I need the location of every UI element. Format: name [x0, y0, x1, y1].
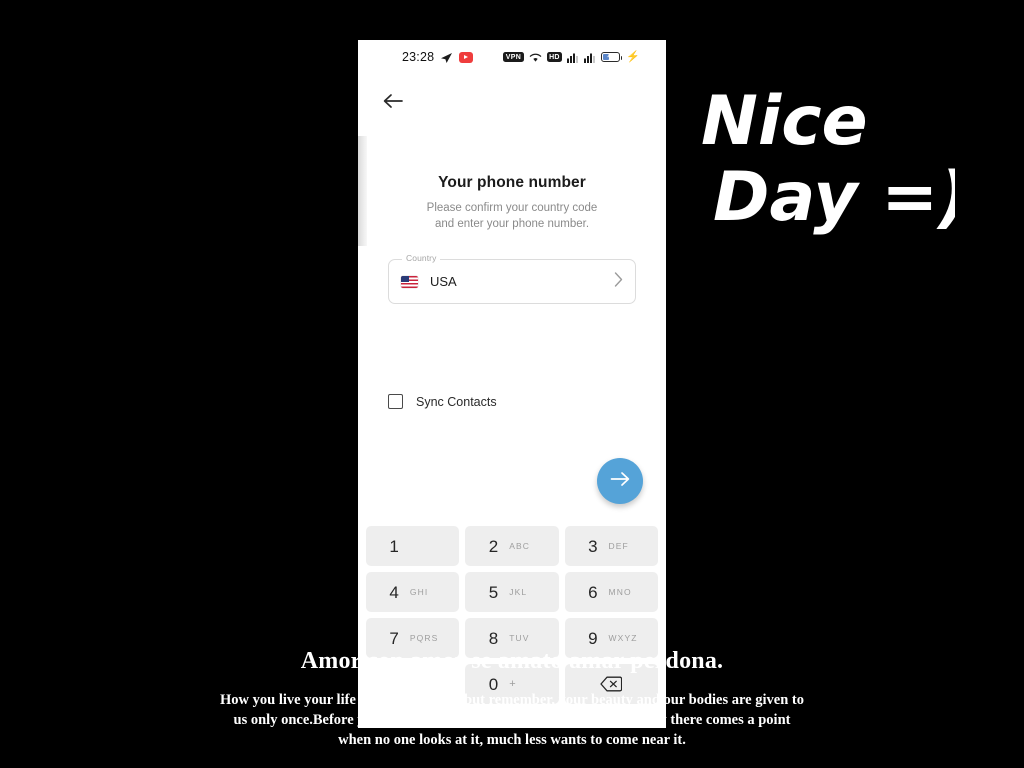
key-5[interactable]: 5 JKL [465, 572, 559, 612]
key-digit: 9 [588, 628, 598, 648]
app-bar [358, 74, 666, 126]
key-letters: JKL [509, 586, 528, 597]
telegram-icon [440, 51, 453, 64]
handwriting-line-1: Nice [701, 82, 868, 161]
key-letters: MNO [608, 586, 632, 597]
key-digit: 7 [389, 628, 399, 648]
wifi-icon [529, 52, 542, 63]
keypad-row-2: 4 GHI 5 JKL 6 MNO [366, 572, 658, 612]
handwriting-overlay: Nice Day =) [695, 72, 969, 252]
chevron-right-icon [614, 271, 623, 292]
country-field-label: Country [402, 253, 441, 264]
country-field[interactable]: Country USA [388, 253, 636, 305]
key-letters: PQRS [409, 632, 439, 643]
status-bar: 23:28 VPN HD 41 ⚡ [358, 40, 666, 74]
status-bar-left: 23:28 [402, 50, 474, 64]
key-letters: DEF [608, 540, 629, 551]
key-1[interactable]: 1 [366, 526, 460, 566]
quote-body-line-2: us only once.Before you know it, he begi… [233, 712, 791, 728]
us-flag-icon [401, 275, 418, 288]
back-button[interactable] [378, 86, 408, 116]
key-letters: WXYZ [608, 632, 638, 643]
key-letters: GHI [409, 586, 429, 597]
battery-icon: 41 [601, 51, 623, 63]
key-letters: + [509, 678, 516, 690]
quote-body-line-1: How you live your life is your business,… [220, 692, 804, 708]
handwriting-line-2: Day =) [713, 158, 955, 237]
page-title: Your phone number [438, 174, 586, 191]
phone-screen: 23:28 VPN HD 41 ⚡ Your phone number Plea… [358, 40, 666, 728]
sync-contacts-row[interactable]: Sync Contacts [388, 394, 497, 410]
key-digit: 5 [488, 582, 499, 602]
country-value: USA [430, 274, 457, 290]
status-bar-clock: 23:28 [402, 50, 435, 64]
key-digit: 1 [389, 536, 399, 556]
sync-contacts-label: Sync Contacts [416, 394, 497, 409]
key-digit: 2 [488, 536, 499, 556]
signal-icon-2 [584, 52, 596, 63]
status-bar-right: VPN HD 41 ⚡ [503, 50, 640, 63]
sync-contacts-checkbox[interactable] [388, 394, 403, 410]
key-digit: 3 [588, 536, 598, 556]
key-digit: 8 [488, 628, 499, 648]
key-4[interactable]: 4 GHI [366, 572, 460, 612]
hd-badge: HD [546, 52, 563, 62]
key-digit: 6 [588, 582, 598, 602]
key-6[interactable]: 6 MNO [564, 572, 658, 612]
key-digit: 4 [389, 582, 399, 602]
key-letters: ABC [509, 540, 530, 551]
vpn-badge: VPN [503, 52, 524, 62]
key-2[interactable]: 2 ABC [465, 526, 559, 566]
youtube-icon [459, 51, 474, 63]
quote-body-line-3: when no one looks at it, much less wants… [338, 732, 686, 748]
continue-fab-button[interactable] [597, 458, 643, 504]
keypad-row-1: 1 2 ABC 3 DEF [366, 526, 658, 566]
page-subtitle: Please confirm your country code and ent… [358, 201, 666, 232]
quote-headline: Amor con amor se amato amar perdona. [300, 648, 724, 674]
arrow-right-icon [610, 471, 630, 492]
subtitle-line-1: Please confirm your country code [426, 202, 598, 214]
subtitle-line-2: and enter your phone number. [434, 217, 590, 230]
key-letters: TUV [509, 632, 530, 643]
screenshot-stage: 23:28 VPN HD 41 ⚡ Your phone number Plea… [0, 0, 1024, 768]
battery-percent: 41 [607, 54, 615, 60]
key-3[interactable]: 3 DEF [564, 526, 658, 566]
charging-bolt-icon: ⚡ [626, 50, 640, 63]
signal-icon-1 [567, 52, 579, 63]
main-content: Your phone number Please confirm your co… [358, 126, 666, 410]
quote-body: How you live your life is your business,… [0, 690, 1024, 750]
